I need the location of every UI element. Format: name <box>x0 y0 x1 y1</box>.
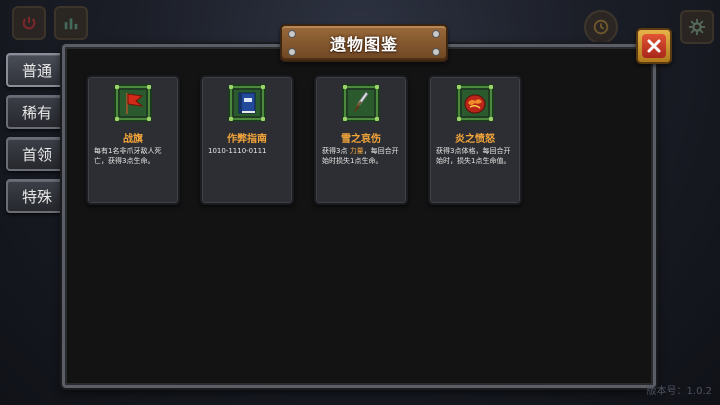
tab-label: 首领 <box>21 145 52 164</box>
relic-card-war-flag[interactable]: 战旗 每有1名非爪牙敌人死亡，获得3点生命。 <box>86 75 180 205</box>
relic-icon-frame <box>228 84 266 122</box>
stats-icon <box>64 18 78 30</box>
relic-name: 炎之愤怒 <box>455 134 495 145</box>
relic-description: 获得3点 力量，每回合开始时损失1点生命。 <box>322 147 399 165</box>
fire-gem-icon <box>464 94 486 114</box>
relic-name: 战旗 <box>123 134 143 145</box>
blue-book-icon <box>238 92 256 114</box>
stat-keyword: 力量 <box>349 147 364 155</box>
relic-card-cheat-guide[interactable]: 作弊指南 1010-1110-0111 <box>200 75 294 205</box>
clock-icon <box>593 19 609 35</box>
power-icon <box>22 16 36 30</box>
relic-description: 获得3点体格，每回合开始时，损失1点生命值。 <box>436 147 511 165</box>
relic-description: 每有1名非爪牙敌人死亡，获得3点生命。 <box>94 147 162 165</box>
relic-name: 雪之哀伤 <box>341 134 381 145</box>
title-plaque: 遗物图鉴 <box>280 24 448 62</box>
page-title: 遗物图鉴 <box>329 35 398 54</box>
nail-icon <box>432 48 440 56</box>
close-button[interactable] <box>636 28 672 64</box>
settings-button <box>680 10 714 44</box>
stats-button <box>54 6 88 40</box>
clock-button <box>584 10 618 44</box>
relic-icon-frame <box>342 84 380 122</box>
nail-icon <box>288 48 296 56</box>
tab-label: 特殊 <box>21 187 52 206</box>
gear-icon <box>688 18 706 36</box>
war-flag-icon <box>126 93 144 114</box>
tab-label: 普通 <box>21 61 52 80</box>
tab-boss[interactable]: 首领 <box>6 137 68 171</box>
relic-name: 作弊指南 <box>227 134 267 145</box>
tab-common[interactable]: 普通 <box>6 53 68 87</box>
nail-icon <box>432 30 440 38</box>
dagger-icon <box>354 91 369 112</box>
power-button <box>12 6 46 40</box>
close-icon <box>647 39 661 53</box>
version-label: 版本号：1.0.2 <box>646 386 712 397</box>
relic-icon-frame <box>456 84 494 122</box>
tab-rare[interactable]: 稀有 <box>6 95 68 129</box>
tab-label: 稀有 <box>21 103 52 122</box>
tab-special[interactable]: 特殊 <box>6 179 68 213</box>
relic-icon-frame <box>114 84 152 122</box>
relic-card-snow-sorrow[interactable]: 雪之哀伤 获得3点 力量，每回合开始时损失1点生命。 <box>314 75 408 205</box>
relic-card-flame-fury[interactable]: 炎之愤怒 获得3点体格，每回合开始时，损失1点生命值。 <box>428 75 522 205</box>
relic-description: 1010-1110-0111 <box>208 147 267 155</box>
nail-icon <box>288 30 296 38</box>
